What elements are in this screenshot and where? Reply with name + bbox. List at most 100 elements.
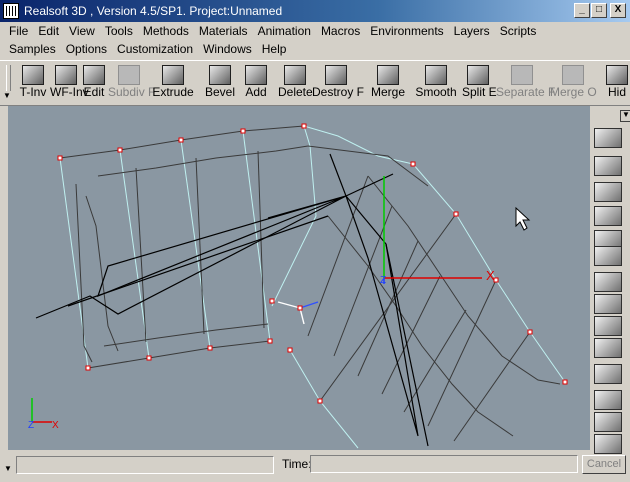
tool-label: T-Inv (19, 85, 47, 99)
tool-split-e[interactable]: Split E (462, 61, 497, 103)
camera-icon[interactable] (594, 338, 622, 358)
toolbar: ▼ T-Inv WF-Inv Edit Subdiv F Extrude Bevel Add… (0, 60, 630, 106)
menu-windows[interactable]: Windows (198, 40, 257, 58)
z-axis-label: Z (380, 275, 386, 286)
tool-separate-f[interactable]: Separate F (496, 61, 556, 103)
menu-row-1: File Edit View Tools Methods Materials Animati… (4, 22, 541, 40)
normal-icon[interactable] (594, 412, 622, 432)
select-pointer-icon[interactable] (594, 128, 622, 148)
eye-wire-icon (55, 65, 77, 85)
tool-add[interactable]: Add (244, 61, 268, 103)
mouse-cursor-icon (515, 206, 531, 231)
subdivide-icon (118, 65, 140, 85)
menu-help[interactable]: Help (257, 40, 292, 58)
tool-bevel[interactable]: Bevel (200, 61, 240, 103)
tool-edit[interactable]: Edit (82, 61, 106, 103)
menu-customization[interactable]: Customization (112, 40, 198, 58)
hide-icon (606, 65, 628, 85)
menu-options[interactable]: Options (61, 40, 112, 58)
tool-t-inv[interactable]: T-Inv (18, 61, 48, 103)
lasso-icon[interactable] (594, 316, 622, 336)
menu-tools[interactable]: Tools (100, 22, 138, 40)
tool-label: Add (245, 85, 267, 99)
time-input[interactable] (310, 455, 578, 473)
multi-select-icon[interactable] (594, 294, 622, 314)
tool-wf-inv[interactable]: WF-Inv (50, 61, 89, 103)
tool-merge[interactable]: Merge (370, 61, 406, 103)
window-title: Realsoft 3D , Version 4.5/SP1. Project:U… (24, 4, 283, 18)
time-label: Time: (282, 457, 312, 471)
tool-label: Destroy F (312, 85, 365, 99)
side-toolbar: ▼ (590, 106, 630, 454)
split-icon (467, 65, 489, 85)
menu-methods[interactable]: Methods (138, 22, 194, 40)
menu-layers[interactable]: Layers (449, 22, 495, 40)
menu-row-2: Samples Options Customization Windows Help (4, 40, 291, 58)
x-axis-label: X (486, 268, 495, 283)
scale-tool-icon[interactable] (594, 206, 622, 226)
menu-macros[interactable]: Macros (316, 22, 365, 40)
menu-scripts[interactable]: Scripts (495, 22, 542, 40)
tool-subdiv-f[interactable]: Subdiv F (108, 61, 156, 103)
tool-label: Merge O (550, 85, 597, 99)
tool-label: Hid (607, 85, 626, 99)
menu-view[interactable]: View (64, 22, 100, 40)
status-message-field (16, 456, 274, 474)
close-button[interactable]: X (610, 3, 626, 18)
tool-label: Extrude (152, 85, 194, 99)
tool-label: Smooth (415, 85, 457, 99)
toolbar-menu-arrow-icon[interactable]: ▼ (3, 91, 11, 100)
menu-materials[interactable]: Materials (194, 22, 253, 40)
title-bar: Realsoft 3D , Version 4.5/SP1. Project:U… (0, 0, 630, 22)
app-icon[interactable] (3, 3, 19, 19)
tool-hid[interactable]: Hid (604, 61, 630, 103)
edit-icon (83, 65, 105, 85)
add-select-icon[interactable] (594, 272, 622, 292)
tool-label: Split E (462, 85, 497, 99)
tool-delete[interactable]: Delete (278, 61, 313, 103)
tool-label: Subdiv F (108, 85, 156, 99)
menu-environments[interactable]: Environments (365, 22, 448, 40)
status-arrow-icon[interactable]: ▼ (4, 464, 12, 473)
render-icon[interactable] (594, 364, 622, 384)
minimize-button[interactable]: _ (574, 3, 590, 18)
tool-destroy-f[interactable]: Destroy F (312, 61, 365, 103)
select-arrow-icon[interactable] (594, 246, 622, 266)
menu-bar: File Edit View Tools Methods Materials Animati… (0, 22, 630, 58)
menu-animation[interactable]: Animation (253, 22, 316, 40)
add-icon (245, 65, 267, 85)
merge-objects-icon (562, 65, 584, 85)
status-bar: ▼ Time: Cancel (0, 452, 630, 482)
menu-samples[interactable]: Samples (4, 40, 61, 58)
merge-icon (377, 65, 399, 85)
destroy-icon (325, 65, 347, 85)
maximize-button[interactable]: □ (591, 3, 607, 18)
scissors-icon (284, 65, 306, 85)
menu-edit[interactable]: Edit (33, 22, 64, 40)
rotate-tool-icon[interactable] (594, 156, 622, 176)
move-tool-icon[interactable] (594, 182, 622, 202)
tool-extrude[interactable]: Extrude (152, 61, 194, 103)
light-icon[interactable] (594, 390, 622, 410)
tool-label: WF-Inv (50, 85, 89, 99)
tool-label: Bevel (204, 85, 236, 99)
tool-smooth[interactable]: Smooth (412, 61, 460, 103)
cancel-button[interactable]: Cancel (582, 455, 626, 474)
tool-label: Merge (370, 85, 405, 99)
separate-icon (511, 65, 533, 85)
corner-x-label: X (52, 420, 59, 431)
corner-z-label: Z (28, 420, 34, 431)
tool-label: Separate F (496, 85, 556, 99)
tool-label: Edit (83, 85, 105, 99)
extrude-icon (162, 65, 184, 85)
smooth-icon (425, 65, 447, 85)
tool-merge-o[interactable]: Merge O (550, 61, 597, 103)
viewport-canvas: X Z Z X (28, 123, 568, 449)
menu-file[interactable]: File (4, 22, 33, 40)
bevel-icon (209, 65, 231, 85)
zoom-icon[interactable] (594, 434, 622, 454)
eye-icon (22, 65, 44, 85)
3d-viewport[interactable]: X Z Z X (8, 106, 590, 450)
side-toolbar-dropdown-icon[interactable]: ▼ (620, 110, 630, 122)
tool-label: Delete (278, 85, 313, 99)
